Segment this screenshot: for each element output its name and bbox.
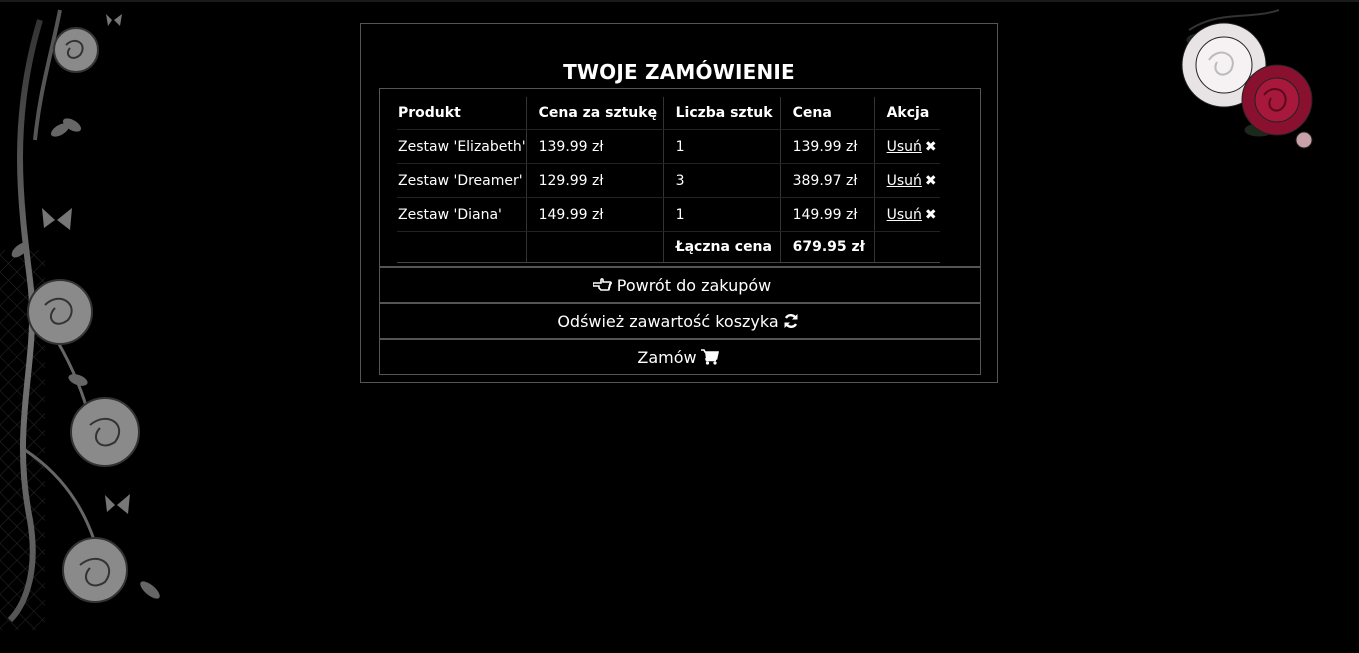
total-label: Łączna cena	[662, 231, 781, 263]
product-name: Zestaw 'Dreamer'	[397, 163, 527, 198]
table-row: Zestaw 'Dreamer' 129.99 zł 3 389.97 zł U…	[397, 163, 940, 198]
remove-item-link[interactable]: Usuń	[887, 139, 922, 155]
shopping-cart-icon	[700, 349, 719, 365]
close-x-icon[interactable]: ✖	[925, 207, 937, 223]
column-header-unit-price: Cena za sztukę	[525, 97, 664, 130]
back-to-shopping-button[interactable]: Powrót do zakupów	[379, 267, 981, 303]
total-row: Łączna cena 679.95 zł	[397, 231, 940, 263]
line-price: 139.99 zł	[779, 129, 875, 164]
action-cell: Usuń ✖	[873, 163, 940, 198]
roses-decoration	[1181, 9, 1313, 149]
rose-vine-decoration	[0, 9, 160, 630]
remove-item-link[interactable]: Usuń	[887, 207, 922, 223]
action-cell: Usuń ✖	[873, 197, 940, 232]
unit-price: 129.99 zł	[525, 163, 664, 198]
column-header-action: Akcja	[873, 97, 940, 130]
remove-label: Usuń	[886, 206, 922, 223]
order-panel: TWOJE ZAMÓWIENIE Produkt Cena za sztukę …	[360, 23, 998, 383]
quantity: 1	[662, 197, 781, 232]
refresh-button-label: Odśwież zawartość koszyka	[557, 311, 779, 331]
place-order-button[interactable]: Zamów	[379, 339, 981, 375]
order-title: TWOJE ZAMÓWIENIE	[563, 60, 795, 84]
product-name: Zestaw 'Diana'	[397, 197, 527, 232]
back-button-label: Powrót do zakupów	[616, 275, 772, 295]
page: TWOJE ZAMÓWIENIE Produkt Cena za sztukę …	[0, 0, 1359, 653]
quantity: 3	[662, 163, 781, 198]
unit-price: 139.99 zł	[525, 129, 664, 164]
table-header-row: Produkt Cena za sztukę Liczba sztuk Cena…	[397, 97, 940, 130]
line-price: 389.97 zł	[779, 163, 875, 198]
product-name: Zestaw 'Elizabeth'	[397, 129, 527, 164]
table-row: Zestaw 'Diana' 149.99 zł 1 149.99 zł Usu…	[397, 197, 940, 232]
column-header-product: Produkt	[397, 97, 527, 130]
table-row: Zestaw 'Elizabeth' 139.99 zł 1 139.99 zł…	[397, 129, 940, 164]
hand-pointing-left-icon	[592, 277, 613, 293]
refresh-icon	[783, 313, 799, 329]
remove-label: Usuń	[886, 138, 922, 155]
cart-table: Produkt Cena za sztukę Liczba sztuk Cena…	[397, 97, 940, 263]
order-button-label: Zamów	[637, 347, 697, 367]
close-x-icon[interactable]: ✖	[925, 173, 937, 189]
empty-cell	[525, 231, 664, 263]
column-header-price: Cena	[779, 97, 875, 130]
quantity: 1	[662, 129, 781, 164]
unit-price: 149.99 zł	[525, 197, 664, 232]
empty-cell	[873, 231, 940, 263]
action-cell: Usuń ✖	[873, 129, 940, 164]
column-header-quantity: Liczba sztuk	[662, 97, 781, 130]
remove-item-link[interactable]: Usuń	[887, 173, 922, 189]
remove-label: Usuń	[886, 172, 922, 189]
empty-cell	[397, 231, 527, 263]
cart-table-container: Produkt Cena za sztukę Liczba sztuk Cena…	[379, 88, 981, 267]
close-x-icon[interactable]: ✖	[925, 139, 937, 155]
total-value: 679.95 zł	[779, 231, 875, 263]
line-price: 149.99 zł	[779, 197, 875, 232]
refresh-cart-button[interactable]: Odśwież zawartość koszyka	[379, 303, 981, 339]
